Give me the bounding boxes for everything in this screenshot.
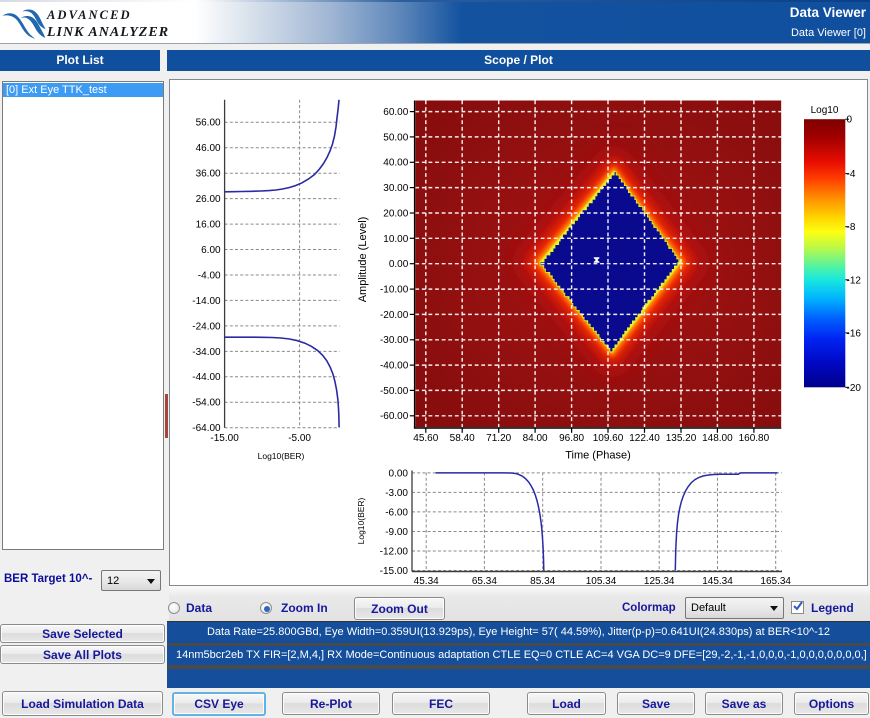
svg-text:30.00: 30.00 xyxy=(383,183,408,194)
svg-text:71.20: 71.20 xyxy=(486,433,511,444)
svg-text:-54.00: -54.00 xyxy=(192,398,221,409)
svg-text:-20.00: -20.00 xyxy=(380,310,409,321)
svg-text:-6.00: -6.00 xyxy=(385,507,408,518)
svg-text:165.34: 165.34 xyxy=(760,576,791,585)
svg-text:10.00: 10.00 xyxy=(383,234,408,245)
svg-text:84.00: 84.00 xyxy=(523,433,548,444)
svg-text:0.00: 0.00 xyxy=(389,468,409,479)
svg-text:-50.00: -50.00 xyxy=(380,386,409,397)
svg-text:145.34: 145.34 xyxy=(702,576,733,585)
svg-text:40.00: 40.00 xyxy=(383,158,408,169)
svg-text:-20: -20 xyxy=(847,383,862,394)
svg-text:16.00: 16.00 xyxy=(196,220,221,231)
svg-text:Time (Phase): Time (Phase) xyxy=(565,450,631,462)
svg-text:Amplitude (Level): Amplitude (Level) xyxy=(357,217,369,303)
svg-text:45.34: 45.34 xyxy=(414,576,439,585)
svg-text:-9.00: -9.00 xyxy=(385,527,408,538)
svg-text:0.00: 0.00 xyxy=(389,259,409,270)
svg-text:-15.00: -15.00 xyxy=(380,566,409,577)
svg-text:60.00: 60.00 xyxy=(383,107,408,118)
svg-text:6.00: 6.00 xyxy=(201,245,221,256)
svg-text:-30.00: -30.00 xyxy=(380,335,409,346)
svg-text:50.00: 50.00 xyxy=(383,132,408,143)
svg-text:20.00: 20.00 xyxy=(383,208,408,219)
svg-text:160.80: 160.80 xyxy=(739,433,770,444)
svg-text:-12: -12 xyxy=(847,275,862,286)
svg-text:36.00: 36.00 xyxy=(196,169,221,180)
svg-text:-40.00: -40.00 xyxy=(380,361,409,372)
svg-text:135.20: 135.20 xyxy=(666,433,697,444)
svg-text:-14.00: -14.00 xyxy=(192,296,221,307)
svg-text:Log10(BER): Log10(BER) xyxy=(356,497,366,544)
svg-text:-3.00: -3.00 xyxy=(385,488,408,499)
svg-text:56.00: 56.00 xyxy=(196,118,221,129)
svg-text:-15.00: -15.00 xyxy=(210,433,239,444)
svg-text:0: 0 xyxy=(847,115,853,126)
svg-text:Log10: Log10 xyxy=(811,105,839,116)
svg-text:-4.00: -4.00 xyxy=(198,270,221,281)
svg-text:Log10(BER): Log10(BER) xyxy=(258,451,305,461)
svg-text:-10.00: -10.00 xyxy=(380,284,409,295)
svg-text:46.00: 46.00 xyxy=(196,143,221,154)
svg-text:-44.00: -44.00 xyxy=(192,372,221,383)
svg-text:65.34: 65.34 xyxy=(472,576,497,585)
svg-text:125.34: 125.34 xyxy=(644,576,675,585)
svg-text:-24.00: -24.00 xyxy=(192,321,221,332)
svg-text:-8: -8 xyxy=(847,222,856,233)
svg-text:85.34: 85.34 xyxy=(530,576,555,585)
svg-text:105.34: 105.34 xyxy=(586,576,617,585)
svg-text:109.60: 109.60 xyxy=(593,433,624,444)
svg-text:-16: -16 xyxy=(847,328,862,339)
svg-text:-12.00: -12.00 xyxy=(380,546,409,557)
svg-text:122.40: 122.40 xyxy=(629,433,660,444)
svg-text:26.00: 26.00 xyxy=(196,194,221,205)
svg-text:45.60: 45.60 xyxy=(413,433,438,444)
svg-text:-34.00: -34.00 xyxy=(192,347,221,358)
svg-text:-4: -4 xyxy=(847,169,856,180)
svg-text:-5.00: -5.00 xyxy=(288,433,311,444)
svg-text:148.00: 148.00 xyxy=(702,433,733,444)
svg-text:58.40: 58.40 xyxy=(450,433,475,444)
svg-text:96.80: 96.80 xyxy=(559,433,584,444)
svg-text:-60.00: -60.00 xyxy=(380,411,409,422)
